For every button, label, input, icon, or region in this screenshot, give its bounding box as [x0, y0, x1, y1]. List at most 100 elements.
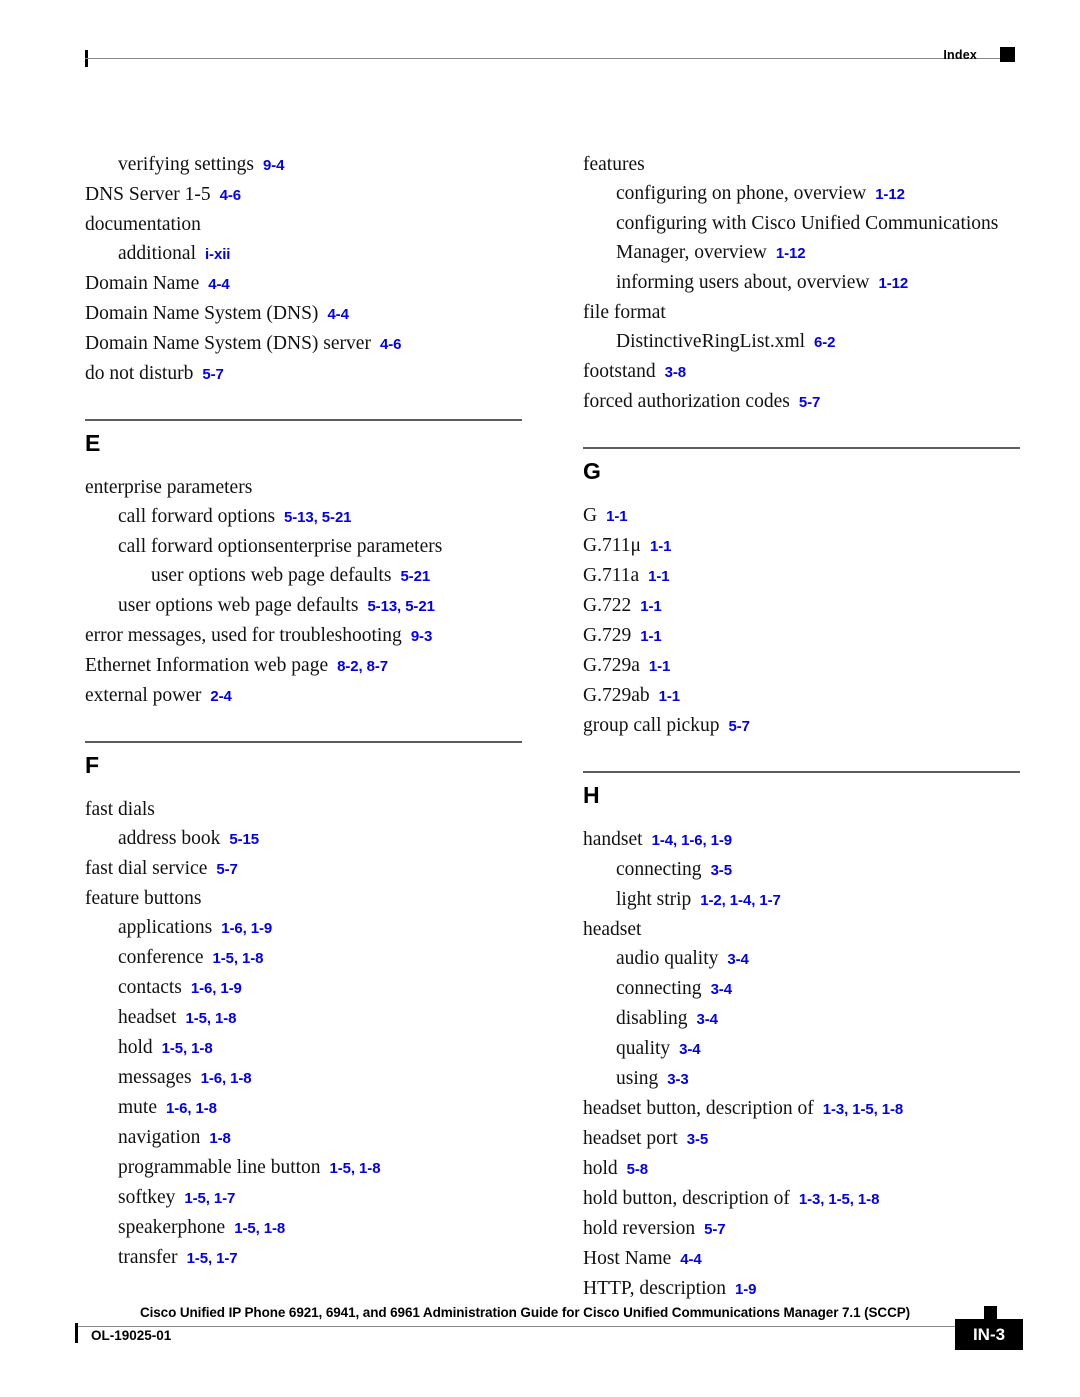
- index-entry-term: verifying settings: [118, 154, 254, 175]
- section-divider-rule: [583, 447, 1020, 449]
- index-entry-page-refs[interactable]: 1-1: [648, 568, 669, 585]
- index-entry: audio quality 3-4: [583, 944, 1023, 974]
- index-entry-term: speakerphone: [118, 1217, 226, 1238]
- index-entry-page-refs[interactable]: 1-3, 1-5, 1-8: [823, 1101, 904, 1118]
- index-entry-page-refs[interactable]: 1-1: [640, 628, 661, 645]
- index-entry-page-refs[interactable]: 1-12: [776, 245, 806, 262]
- index-entry-page-refs[interactable]: 1-12: [875, 186, 905, 203]
- index-entry-page-refs[interactable]: 5-13, 5-21: [367, 598, 434, 615]
- index-entry-term: call forward optionsenterprise parameter…: [118, 536, 443, 557]
- index-entry-term: messages: [118, 1067, 192, 1088]
- index-entry-page-refs[interactable]: 1-5, 1-8: [185, 1010, 236, 1027]
- index-entry-page-refs[interactable]: 1-1: [659, 688, 680, 705]
- index-entry-page-refs[interactable]: 4-4: [680, 1251, 701, 1268]
- index-entry-term: fast dial service: [85, 858, 208, 879]
- index-entry-page-refs[interactable]: 4-4: [208, 276, 229, 293]
- index-entry-page-refs[interactable]: 5-7: [799, 394, 820, 411]
- index-entry-term: DistinctiveRingList.xml: [616, 331, 806, 352]
- index-entry-page-refs[interactable]: 5-21: [400, 568, 430, 585]
- index-entry-page-refs[interactable]: 1-1: [650, 538, 671, 555]
- index-entry-term: documentation: [85, 214, 201, 235]
- index-entry-page-refs[interactable]: 5-7: [216, 861, 237, 878]
- index-entry: navigation 1-8: [85, 1123, 525, 1153]
- index-entry: handset 1-4, 1-6, 1-9: [583, 825, 1023, 855]
- index-entry-page-refs[interactable]: 3-4: [697, 1011, 718, 1028]
- index-entry-page-refs[interactable]: 1-3, 1-5, 1-8: [799, 1191, 880, 1208]
- section-letter-heading: H: [583, 782, 600, 808]
- index-entry-page-refs[interactable]: 4-4: [327, 306, 348, 323]
- index-entry-term: hold: [118, 1037, 153, 1058]
- index-entry-page-refs[interactable]: 4-6: [380, 336, 401, 353]
- index-entry: headset button, description of 1-3, 1-5, …: [583, 1094, 1023, 1124]
- index-entry-page-refs[interactable]: 3-8: [665, 364, 686, 381]
- index-entry-page-refs[interactable]: 1-6, 1-8: [201, 1070, 252, 1087]
- index-entry-page-refs[interactable]: 1-5, 1-7: [187, 1250, 238, 1267]
- index-entry: call forward options 5-13, 5-21: [85, 502, 525, 532]
- index-entry-page-refs[interactable]: 3-3: [667, 1071, 688, 1088]
- index-entry: connecting 3-4: [583, 974, 1023, 1004]
- index-entry-page-refs[interactable]: 9-3: [411, 628, 432, 645]
- footer-tick-mark: [75, 1323, 78, 1343]
- index-entry-page-refs[interactable]: 9-4: [263, 157, 284, 174]
- index-entry-term: navigation: [118, 1127, 201, 1148]
- index-entry-page-refs[interactable]: 5-8: [627, 1161, 648, 1178]
- section-letter-heading: G: [583, 458, 601, 484]
- index-entry-page-refs[interactable]: i-xii: [205, 246, 230, 263]
- section-divider-rule: [85, 419, 522, 421]
- index-entry: address book 5-15: [85, 824, 525, 854]
- index-entry-term: G.711μ: [583, 535, 641, 556]
- index-entry-page-refs[interactable]: 1-1: [649, 658, 670, 675]
- index-entry: feature buttons: [85, 884, 525, 913]
- index-entry-term: fast dials: [85, 799, 155, 820]
- section-divider-rule: [85, 741, 522, 743]
- index-entry-page-refs[interactable]: 5-15: [229, 831, 259, 848]
- index-entry-term: softkey: [118, 1187, 176, 1208]
- index-entry-term: additional: [118, 243, 196, 264]
- index-entry-page-refs[interactable]: 8-2, 8-7: [337, 658, 388, 675]
- index-entry-term: conference: [118, 947, 204, 968]
- index-entry-page-refs[interactable]: 6-2: [814, 334, 835, 351]
- index-entry-page-refs[interactable]: 3-5: [687, 1131, 708, 1148]
- index-entry-page-refs[interactable]: 1-6, 1-9: [221, 920, 272, 937]
- index-entry-page-refs[interactable]: 1-5, 1-8: [234, 1220, 285, 1237]
- index-entry-page-refs[interactable]: 1-5, 1-8: [330, 1160, 381, 1177]
- index-entry-page-refs[interactable]: 1-6, 1-8: [166, 1100, 217, 1117]
- index-entry: G.729a 1-1: [583, 651, 1023, 681]
- index-entry-page-refs[interactable]: 5-7: [728, 718, 749, 735]
- index-entry-page-refs[interactable]: 3-4: [679, 1041, 700, 1058]
- index-entry: file format: [583, 298, 1023, 327]
- index-entry-page-refs[interactable]: 1-4, 1-6, 1-9: [652, 832, 733, 849]
- index-entry-page-refs[interactable]: 1-8: [209, 1130, 230, 1147]
- index-entry-page-refs[interactable]: 1-5, 1-8: [213, 950, 264, 967]
- index-entry: Domain Name 4-4: [85, 269, 525, 299]
- index-entry-page-refs[interactable]: 1-9: [735, 1281, 756, 1298]
- index-entry: fast dial service 5-7: [85, 854, 525, 884]
- index-entry: applications 1-6, 1-9: [85, 913, 525, 943]
- index-entry-page-refs[interactable]: 1-5, 1-7: [184, 1190, 235, 1207]
- index-entry-term: headset: [583, 919, 642, 940]
- index-entry-page-refs[interactable]: 1-2, 1-4, 1-7: [700, 892, 781, 909]
- index-entry: G.711μ 1-1: [583, 531, 1023, 561]
- index-entry-page-refs[interactable]: 3-4: [711, 981, 732, 998]
- index-section-e: Eenterprise parameters call forward optio…: [85, 419, 525, 711]
- index-entry-page-refs[interactable]: 5-7: [202, 366, 223, 383]
- index-entry-term: applications: [118, 917, 213, 938]
- index-entry-page-refs[interactable]: 3-5: [711, 862, 732, 879]
- index-entry: HTTP, description 1-9: [583, 1274, 1023, 1304]
- index-entry-term: features: [583, 154, 645, 175]
- index-entry-term: G.729a: [583, 655, 640, 676]
- index-entry-page-refs[interactable]: 1-5, 1-8: [162, 1040, 213, 1057]
- index-section-continued: verifying settings 9-4 DNS Server 1-5 4-6 do…: [85, 150, 525, 389]
- index-entry-page-refs[interactable]: 1-12: [878, 275, 908, 292]
- index-entry: G.722 1-1: [583, 591, 1023, 621]
- index-entry-page-refs[interactable]: 1-6, 1-9: [191, 980, 242, 997]
- index-entry-page-refs[interactable]: 5-13, 5-21: [284, 509, 351, 526]
- index-entry-page-refs[interactable]: 4-6: [220, 187, 241, 204]
- index-entry-term: HTTP, description: [583, 1278, 726, 1299]
- index-entry-page-refs[interactable]: 2-4: [210, 688, 231, 705]
- index-entry-page-refs[interactable]: 1-1: [640, 598, 661, 615]
- index-entry-page-refs[interactable]: 1-1: [606, 508, 627, 525]
- section-letter-heading: E: [85, 430, 101, 456]
- index-entry-page-refs[interactable]: 3-4: [727, 951, 748, 968]
- index-entry-page-refs[interactable]: 5-7: [704, 1221, 725, 1238]
